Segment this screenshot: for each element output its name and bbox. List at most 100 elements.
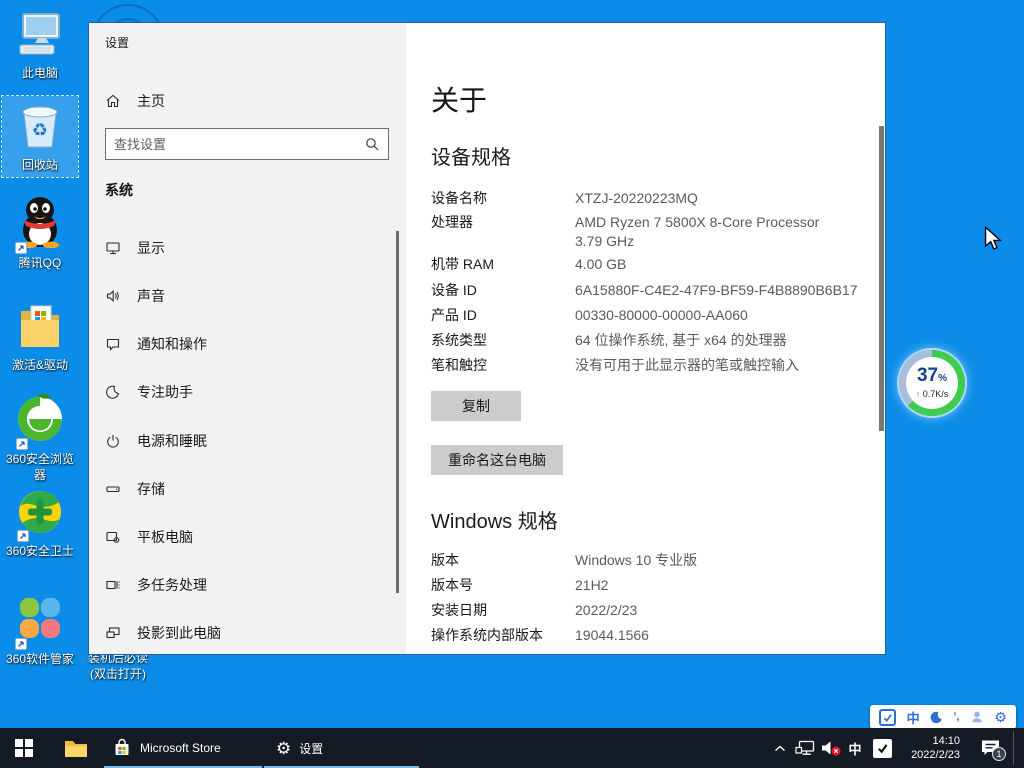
- spec-row-processor: 处理器 AMD Ryzen 7 5800X 8-Core Processor 3…: [431, 213, 819, 251]
- spec-label: 笔和触控: [431, 356, 575, 375]
- 360-speed-ball-widget[interactable]: 37% ↑ 0.7K/s: [899, 350, 965, 416]
- ime-toolbar: 中 ’, ⚙: [870, 705, 1016, 729]
- search-icon[interactable]: [365, 137, 379, 151]
- sidebar-item-label: 通知和操作: [137, 334, 207, 354]
- spec-row-edition: 版本 Windows 10 专业版: [431, 551, 697, 570]
- spec-label: 产品 ID: [431, 306, 575, 325]
- ime-logo-icon[interactable]: [879, 707, 896, 727]
- spec-label: 体验: [431, 652, 575, 655]
- spec-value: Windows 10 专业版: [575, 551, 697, 570]
- taskbar-app-microsoft-store[interactable]: Microsoft Store: [104, 728, 262, 768]
- desktop-icon-360-safeguard[interactable]: 360安全卫士: [0, 488, 80, 559]
- sidebar-item-multitasking[interactable]: 多任务处理: [89, 565, 396, 605]
- settings-gear-icon: ⚙: [276, 740, 291, 757]
- power-icon: [105, 433, 121, 449]
- shortcut-arrow-icon: [15, 242, 27, 254]
- desktop-icon-recycle-bin[interactable]: ♻ 回收站: [2, 96, 78, 177]
- sidebar-item-power-sleep[interactable]: 电源和睡眠: [89, 421, 396, 461]
- desktop-icon-label: 回收站: [22, 157, 58, 173]
- this-pc-icon: [16, 10, 64, 63]
- desktop-icon-this-pc[interactable]: 此电脑: [0, 10, 80, 81]
- settings-main-panel: 关于 设备规格 设备名称 XTZJ-20220223MQ 处理器 AMD Ryz…: [406, 23, 886, 655]
- main-scrollbar[interactable]: [879, 126, 884, 431]
- svg-text:♻: ♻: [32, 120, 48, 140]
- sidebar-item-tablet[interactable]: 平板电脑: [89, 517, 396, 557]
- sidebar-item-label: 显示: [137, 238, 165, 258]
- spec-row-ram: 机带 RAM 4.00 GB: [431, 255, 626, 274]
- ime-person-icon[interactable]: [970, 707, 984, 727]
- spec-row-system-type: 系统类型 64 位操作系统, 基于 x64 的处理器: [431, 331, 787, 350]
- sidebar-item-projecting[interactable]: 投影到此电脑: [89, 613, 396, 653]
- sidebar-section-system: 系统: [105, 180, 133, 200]
- microsoft-store-icon: [112, 738, 132, 758]
- display-icon: [105, 240, 121, 256]
- tray-ime-mode-indicator[interactable]: 中: [844, 728, 866, 768]
- desktop-icon-360-software-manager[interactable]: 360软件管家: [0, 594, 80, 667]
- tray-volume-muted-icon[interactable]: [818, 728, 844, 768]
- spec-value: AMD Ryzen 7 5800X 8-Core Processor 3.79 …: [575, 213, 819, 251]
- start-button[interactable]: [0, 728, 48, 768]
- rename-pc-button[interactable]: 重命名这台电脑: [431, 445, 563, 475]
- spec-row-install-date: 安装日期 2022/2/23: [431, 601, 637, 620]
- spec-row-experience: 体验: [431, 652, 575, 655]
- spec-label: 设备 ID: [431, 281, 575, 300]
- sidebar-item-storage[interactable]: 存储: [89, 469, 396, 509]
- sidebar-scrollbar[interactable]: [396, 231, 399, 593]
- spec-row-version: 版本号 21H2: [431, 576, 608, 595]
- desktop-icon-drivers-folder[interactable]: 激活&驱动: [0, 302, 80, 373]
- spec-label: 设备名称: [431, 189, 575, 208]
- ime-punctuation-mode[interactable]: ’,: [953, 707, 959, 727]
- recycle-bin-icon: ♻: [18, 100, 62, 155]
- ime-language-mode[interactable]: 中: [907, 707, 920, 727]
- desktop-icon-qq[interactable]: 腾讯QQ: [0, 194, 80, 271]
- tablet-icon: [105, 529, 121, 545]
- clock-time: 14:10: [932, 734, 960, 748]
- search-input[interactable]: [106, 137, 365, 152]
- tray-clock[interactable]: 14:10 2022/2/23: [896, 728, 960, 768]
- sidebar-item-label: 存储: [137, 479, 165, 499]
- spec-row-pen-touch: 笔和触控 没有可用于此显示器的笔或触控输入: [431, 356, 799, 375]
- tray-show-hidden-icons-chevron[interactable]: [770, 728, 790, 768]
- memory-percent: 37%: [917, 366, 947, 389]
- desktop-icon-label: 激活&驱动: [12, 357, 68, 373]
- sidebar-item-label: 专注助手: [137, 382, 193, 402]
- sidebar-item-label: 声音: [137, 286, 165, 306]
- spec-value: 21H2: [575, 576, 608, 595]
- action-center-button[interactable]: 1: [968, 728, 1012, 768]
- taskbar: Microsoft Store ⚙ 设置 中: [0, 728, 1024, 768]
- desktop-icon-360-browser[interactable]: 360安全浏览器: [0, 394, 80, 483]
- page-title: 关于: [431, 79, 487, 119]
- 360-browser-icon: [17, 394, 63, 449]
- sidebar-item-label: 多任务处理: [137, 575, 207, 595]
- shortcut-arrow-icon: [17, 530, 29, 542]
- sidebar-item-home[interactable]: 主页: [89, 81, 396, 121]
- spec-value: XTZJ-20220223MQ: [575, 189, 698, 208]
- spec-label: 机带 RAM: [431, 255, 575, 274]
- up-arrow-icon: ↑: [916, 389, 921, 399]
- tray-ime-logo-icon[interactable]: [868, 728, 896, 768]
- settings-search-box: [105, 128, 389, 160]
- desktop-icon-label: 360安全浏览器: [3, 451, 77, 483]
- sidebar-item-display[interactable]: 显示: [89, 228, 396, 268]
- ime-settings-gear-icon[interactable]: ⚙: [994, 707, 1007, 727]
- file-explorer-button[interactable]: [56, 728, 96, 768]
- folder-icon: [64, 738, 88, 758]
- copy-button[interactable]: 复制: [431, 391, 521, 421]
- spec-label: 系统类型: [431, 331, 575, 350]
- folder-icon: [18, 302, 62, 355]
- sidebar-item-sound[interactable]: 声音: [89, 276, 396, 316]
- spec-label: 安装日期: [431, 601, 575, 620]
- ime-moon-icon[interactable]: [930, 707, 943, 727]
- qq-icon: [16, 194, 64, 253]
- tray-network-icon[interactable]: [792, 728, 818, 768]
- taskbar-app-settings[interactable]: ⚙ 设置: [264, 728, 419, 768]
- show-desktop-divider[interactable]: [1013, 731, 1014, 765]
- spec-row-device-name: 设备名称 XTZJ-20220223MQ: [431, 189, 698, 208]
- home-icon: [105, 93, 121, 109]
- spec-value: 00330-80000-00000-AA060: [575, 306, 748, 325]
- spec-value: 没有可用于此显示器的笔或触控输入: [575, 356, 799, 375]
- desktop-icon-label: 360安全卫士: [6, 543, 74, 559]
- notification-count-badge: 1: [992, 747, 1006, 761]
- sidebar-item-notifications[interactable]: 通知和操作: [89, 324, 396, 364]
- sidebar-item-focus-assist[interactable]: 专注助手: [89, 372, 396, 412]
